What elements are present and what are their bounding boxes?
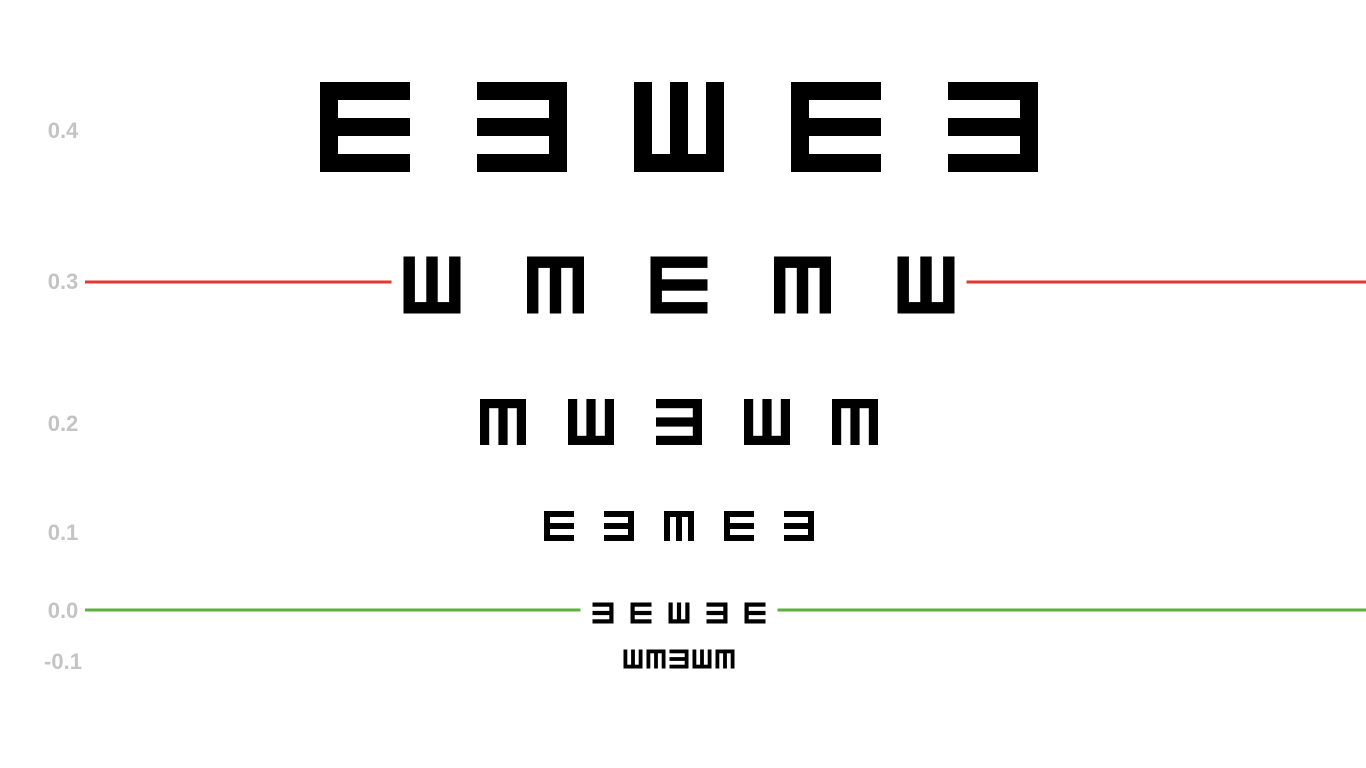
optotype-e-up <box>623 649 643 669</box>
optotype-row <box>544 511 814 541</box>
optotype-row <box>592 602 766 624</box>
optotype-e-right <box>320 82 410 172</box>
row-label: 0.3 <box>48 269 79 294</box>
optotype-row <box>623 649 735 669</box>
optotype-row <box>403 256 955 314</box>
optotype-e-left <box>656 399 702 445</box>
optotype-e-down <box>527 256 584 314</box>
optotype-e-right <box>630 602 652 624</box>
optotype-e-down <box>774 256 831 314</box>
optotype-e-right <box>724 511 754 541</box>
optotype-e-left <box>477 82 567 172</box>
optotype-row <box>480 399 878 445</box>
optotype-e-up <box>744 399 790 445</box>
optotype-e-left <box>784 511 814 541</box>
optotype-e-up <box>897 256 955 314</box>
optotype-e-left <box>706 602 728 624</box>
tumbling-e-eye-chart: 0.4 0.3 0.2 0.1 0.0 -0.1 <box>44 82 1366 674</box>
optotype-e-up <box>403 256 461 314</box>
optotype-e-down <box>646 649 666 669</box>
optotype-e-left <box>592 602 614 624</box>
optotype-e-down <box>480 399 526 445</box>
reference-lines <box>85 280 1366 612</box>
optotype-row <box>320 82 1038 172</box>
optotype-e-right <box>650 256 708 314</box>
optotype-e-down <box>715 649 735 669</box>
optotype-e-right <box>744 602 766 624</box>
row-label: 0.0 <box>48 598 79 623</box>
optotype-e-left <box>604 511 634 541</box>
optotype-rows <box>320 82 1038 669</box>
row-labels: 0.4 0.3 0.2 0.1 0.0 -0.1 <box>44 118 82 674</box>
optotype-e-up <box>668 602 690 624</box>
optotype-e-down <box>664 511 694 541</box>
row-label: 0.4 <box>48 118 79 143</box>
optotype-e-left <box>948 82 1038 172</box>
row-label: -0.1 <box>44 649 82 674</box>
optotype-e-right <box>791 82 881 172</box>
row-label: 0.1 <box>48 520 79 545</box>
optotype-e-right <box>544 511 574 541</box>
optotype-e-up <box>568 399 614 445</box>
optotype-e-up <box>692 649 712 669</box>
optotype-e-down <box>832 399 878 445</box>
row-label: 0.2 <box>48 411 79 436</box>
optotype-e-up <box>634 82 724 172</box>
optotype-e-left <box>669 649 689 669</box>
